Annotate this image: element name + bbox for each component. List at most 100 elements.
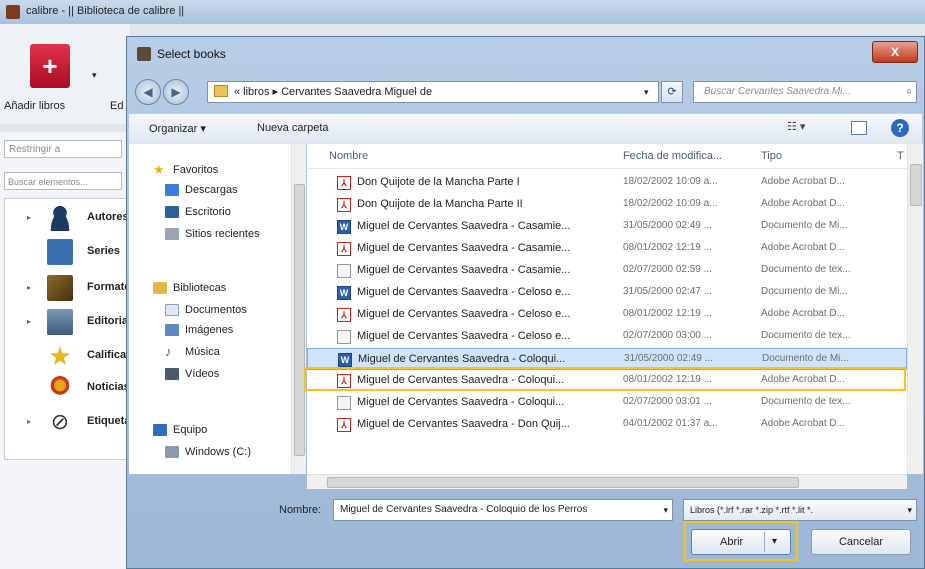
computer-icon [153, 424, 167, 437]
file-date: 18/02/2002 10:09 a... [623, 198, 718, 209]
expand-icon[interactable]: ▸ [27, 317, 31, 326]
file-row[interactable]: ⅄ Miguel de Cervantes Saavedra - Don Quij… [307, 414, 907, 436]
edit-metadata-label[interactable]: Ed [110, 100, 123, 112]
column-type[interactable]: Tipo [761, 150, 782, 162]
file-type: Documento de tex... [761, 264, 851, 275]
new-folder-button[interactable]: Nueva carpeta [257, 122, 329, 134]
file-type: Documento de Mi... [761, 220, 848, 231]
add-books-icon[interactable]: + [30, 44, 70, 88]
file-name: Miguel de Cervantes Saavedra - Coloqui..… [357, 396, 565, 408]
tag-row-series[interactable]: Series [5, 235, 129, 271]
cancel-button[interactable]: Cancelar [811, 529, 911, 555]
person-icon [47, 205, 73, 231]
restrict-to-field[interactable]: Restringir a [4, 140, 122, 158]
tag-label: Etiquetas [87, 415, 127, 427]
txt-file-icon [337, 396, 351, 410]
file-list: Nombre Fecha de modifica... Tipo T ⅄ Don … [307, 144, 923, 474]
file-name-input[interactable]: Miguel de Cervantes Saavedra - Coloquio … [333, 499, 673, 521]
file-name: Miguel de Cervantes Saavedra - Casamie..… [357, 220, 571, 232]
expand-icon[interactable]: ▸ [27, 283, 31, 292]
file-row[interactable]: ⅄ Miguel de Cervantes Saavedra - Casamie.… [307, 238, 907, 260]
nav-videos[interactable]: Vídeos [165, 368, 219, 386]
book-icon [47, 275, 73, 301]
file-type: Documento de tex... [761, 330, 851, 341]
nav-libraries[interactable]: Bibliotecas [153, 282, 226, 300]
word-file-icon: W [338, 353, 352, 367]
chevron-down-icon[interactable]: ▾ [661, 500, 668, 520]
nav-images[interactable]: Imágenes [165, 324, 233, 342]
expand-icon[interactable]: ▸ [27, 417, 31, 426]
views-icon[interactable]: ☷ ▾ [787, 120, 815, 138]
open-button[interactable]: Abrir ▾ [691, 529, 791, 555]
file-row[interactable]: ⅄ Miguel de Cervantes Saavedra - Celoso e… [307, 304, 907, 326]
pdf-file-icon: ⅄ [337, 176, 351, 190]
help-icon[interactable]: ? [891, 119, 909, 137]
nav-computer[interactable]: Equipo [153, 424, 207, 442]
file-row[interactable]: W Miguel de Cervantes Saavedra - Casamie.… [307, 216, 907, 238]
tag-search-field[interactable]: Buscar elementos... [4, 172, 122, 190]
scrollbar-thumb[interactable] [327, 477, 799, 488]
tag-row-publisher[interactable]: ▸ Editorial [5, 305, 129, 341]
nav-recent-places[interactable]: Sitios recientes [165, 228, 260, 246]
tag-row-formats[interactable]: ▸ Formatos [5, 271, 129, 307]
add-books-label[interactable]: Añadir libros [4, 100, 65, 112]
back-button[interactable]: ◀ [135, 79, 161, 105]
file-row[interactable]: ⅄ Don Quijote de la Mancha Parte I 18/02/2… [307, 172, 907, 194]
file-row[interactable]: Miguel de Cervantes Saavedra - Coloqui..… [307, 392, 907, 414]
add-books-dropdown-icon[interactable]: ▾ [92, 70, 97, 81]
open-button-label: Abrir [720, 536, 744, 548]
file-row[interactable]: W Miguel de Cervantes Saavedra - Coloqui.… [307, 348, 907, 370]
nav-scrollbar[interactable] [291, 144, 306, 474]
close-button[interactable]: X [872, 41, 918, 63]
breadcrumb[interactable]: « libros ▸ Cervantes Saavedra Miguel de [234, 82, 432, 102]
file-list-hscrollbar[interactable] [307, 474, 907, 489]
column-date[interactable]: Fecha de modifica... [623, 150, 722, 162]
file-type-filter[interactable]: Libros (*.lrf *.rar *.zip *.rtf *.lit *.… [683, 499, 917, 521]
calibre-app-icon [6, 5, 20, 19]
music-icon: ♪ [165, 344, 172, 360]
tag-tree: ▸ Autores Series ▸ Formatos ▸ Editorial … [4, 198, 130, 460]
file-list-header: Nombre Fecha de modifica... Tipo T [307, 144, 922, 169]
preview-pane-icon[interactable] [851, 121, 867, 135]
nav-downloads[interactable]: Descargas [165, 184, 238, 202]
downloads-icon [165, 184, 179, 197]
forward-button[interactable]: ▶ [163, 79, 189, 105]
pdf-file-icon: ⅄ [337, 418, 351, 432]
word-file-icon: W [337, 286, 351, 300]
file-row[interactable]: ⅄ Miguel de Cervantes Saavedra - Coloqui.… [307, 370, 907, 392]
file-date: 31/05/2000 02:49 ... [624, 353, 713, 364]
file-row[interactable]: ⅄ Don Quijote de la Mancha Parte II 18/02/… [307, 194, 907, 216]
file-name: Don Quijote de la Mancha Parte II [357, 198, 523, 210]
nav-desktop[interactable]: Escritorio [165, 206, 231, 224]
tag-row-authors[interactable]: ▸ Autores [5, 201, 129, 237]
tag-row-tags[interactable]: ▸ ⊘ Etiquetas [5, 405, 129, 441]
nav-documents[interactable]: Documentos [165, 304, 247, 322]
file-row[interactable]: Miguel de Cervantes Saavedra - Casamie..… [307, 260, 907, 282]
chevron-down-icon[interactable]: ▾ [644, 82, 649, 102]
scrollbar-thumb[interactable] [910, 164, 922, 206]
scrollbar-thumb[interactable] [294, 184, 305, 456]
expand-icon[interactable]: ▸ [27, 213, 31, 222]
tag-label: Calificación [87, 349, 127, 361]
nav-windows-drive[interactable]: Windows (C:) [165, 446, 251, 464]
file-row[interactable]: W Miguel de Cervantes Saavedra - Celoso e… [307, 282, 907, 304]
column-extra[interactable]: T [897, 150, 904, 162]
nav-favorites[interactable]: ★ Favoritos [153, 163, 218, 182]
videos-icon [165, 368, 179, 381]
refresh-button[interactable]: ⟳ [661, 81, 683, 103]
nav-music[interactable]: ♪ Música [165, 344, 220, 364]
file-date: 08/01/2002 12:19 ... [623, 242, 712, 253]
organize-menu[interactable]: Organizar ▾ [149, 122, 206, 135]
tag-row-rating[interactable]: ★ Calificación [5, 339, 129, 375]
chevron-down-icon[interactable]: ▾ [907, 500, 912, 520]
tag-row-news[interactable]: Noticias [5, 371, 129, 407]
column-name[interactable]: Nombre [329, 150, 368, 162]
search-input[interactable]: Buscar Cervantes Saavedra Mi... ⌕ [693, 81, 917, 103]
file-list-vscrollbar[interactable] [907, 144, 923, 474]
dialog-app-icon [137, 47, 151, 61]
command-bar: Organizar ▾ Nueva carpeta ☷ ▾ ? [129, 113, 922, 145]
address-bar[interactable]: « libros ▸ Cervantes Saavedra Miguel de … [207, 81, 659, 103]
file-row[interactable]: Miguel de Cervantes Saavedra - Celoso e.… [307, 326, 907, 348]
open-dropdown-icon[interactable]: ▾ [772, 530, 777, 554]
search-icon[interactable]: ⌕ [906, 82, 912, 102]
